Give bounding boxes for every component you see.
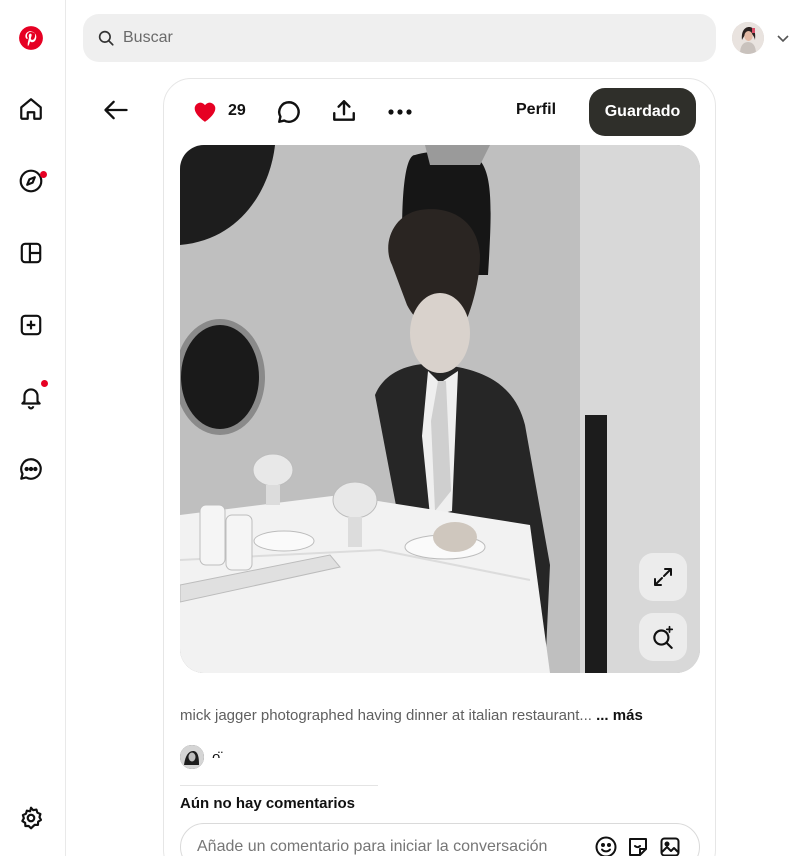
comments-heading: Aún no hay comentarios xyxy=(180,795,356,812)
author-name[interactable]: ᴖ̈ xyxy=(212,749,220,766)
author-avatar[interactable] xyxy=(180,745,204,769)
sticker-button[interactable] xyxy=(625,834,651,856)
pin-card: 29 Perfil Guardado mick jagger photograp… xyxy=(163,78,716,856)
more-options-button[interactable] xyxy=(386,99,414,125)
sidebar-item-notifications[interactable] xyxy=(9,375,53,419)
like-count: 29 xyxy=(228,102,246,119)
search-bar[interactable] xyxy=(83,14,716,62)
chat-icon xyxy=(20,458,42,480)
comment-icon xyxy=(278,101,300,123)
settings-button[interactable] xyxy=(9,796,53,840)
like-button[interactable]: 29 xyxy=(192,99,246,123)
arrow-left-icon xyxy=(104,100,128,120)
description-text: mick jagger photographed having dinner a… xyxy=(180,707,592,724)
sidebar-item-messages[interactable] xyxy=(9,447,53,491)
pinterest-logo-icon[interactable] xyxy=(9,16,53,60)
more-link[interactable]: ... más xyxy=(596,707,643,724)
heart-icon xyxy=(194,102,216,122)
lens-sparkle-icon xyxy=(653,625,674,649)
pin-photo xyxy=(180,145,700,673)
sidebar-item-home[interactable] xyxy=(9,87,53,131)
gear-icon xyxy=(21,806,43,830)
home-icon xyxy=(20,98,42,120)
sidebar xyxy=(0,0,66,856)
bell-icon xyxy=(21,388,41,410)
avatar[interactable] xyxy=(732,22,764,54)
pin-toolbar: 29 Perfil Guardado xyxy=(164,79,717,143)
pin-description: mick jagger photographed having dinner a… xyxy=(180,707,700,724)
visual-search-button[interactable] xyxy=(639,613,687,661)
sidebar-item-create[interactable] xyxy=(9,303,53,347)
chevron-down-icon[interactable] xyxy=(775,30,791,46)
image-button[interactable] xyxy=(657,834,683,856)
sidebar-item-explore[interactable] xyxy=(9,159,53,203)
pin-author[interactable]: ᴖ̈ xyxy=(180,745,220,769)
notification-dot xyxy=(41,380,48,387)
sidebar-item-boards[interactable] xyxy=(9,231,53,275)
divider xyxy=(180,785,378,786)
saved-button[interactable]: Guardado xyxy=(589,88,696,136)
profile-link[interactable]: Perfil xyxy=(516,101,556,119)
board-icon xyxy=(20,242,42,264)
comment-input[interactable] xyxy=(197,838,587,856)
back-button[interactable] xyxy=(96,88,136,132)
comment-box[interactable] xyxy=(180,823,700,856)
search-icon xyxy=(98,30,114,46)
emoji-button[interactable] xyxy=(593,834,619,856)
image-icon xyxy=(660,837,680,856)
search-input[interactable] xyxy=(123,29,683,47)
ellipsis-icon xyxy=(388,109,412,115)
upload-icon xyxy=(333,100,355,121)
pin-image[interactable] xyxy=(180,145,700,673)
expand-button[interactable] xyxy=(639,553,687,601)
expand-icon xyxy=(654,568,672,586)
sticker-icon xyxy=(629,838,647,856)
share-button[interactable] xyxy=(331,98,357,124)
plus-square-icon xyxy=(20,314,42,336)
smiley-icon xyxy=(595,836,617,856)
comment-button[interactable] xyxy=(276,99,302,125)
notification-dot xyxy=(40,171,47,178)
